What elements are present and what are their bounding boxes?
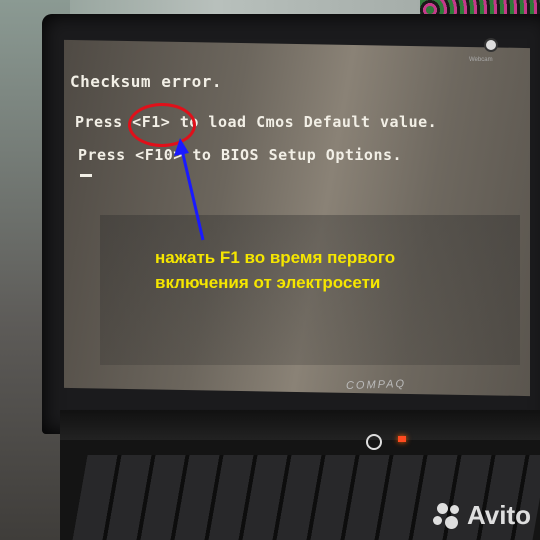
- power-icon: [366, 434, 382, 450]
- caption-line-2: включения от электросети: [155, 273, 381, 292]
- avito-text: Avito: [467, 500, 532, 530]
- arrow-shaft: [180, 149, 205, 241]
- avito-logo-icon: [433, 501, 463, 531]
- status-led: [398, 436, 406, 442]
- laptop-hinge: [60, 410, 540, 440]
- compaq-logo: COMPAQ: [345, 377, 407, 393]
- avito-watermark: Avito: [433, 500, 531, 531]
- caption-line-1: нажать F1 во время первого: [155, 248, 396, 267]
- arrow-head: [174, 138, 189, 156]
